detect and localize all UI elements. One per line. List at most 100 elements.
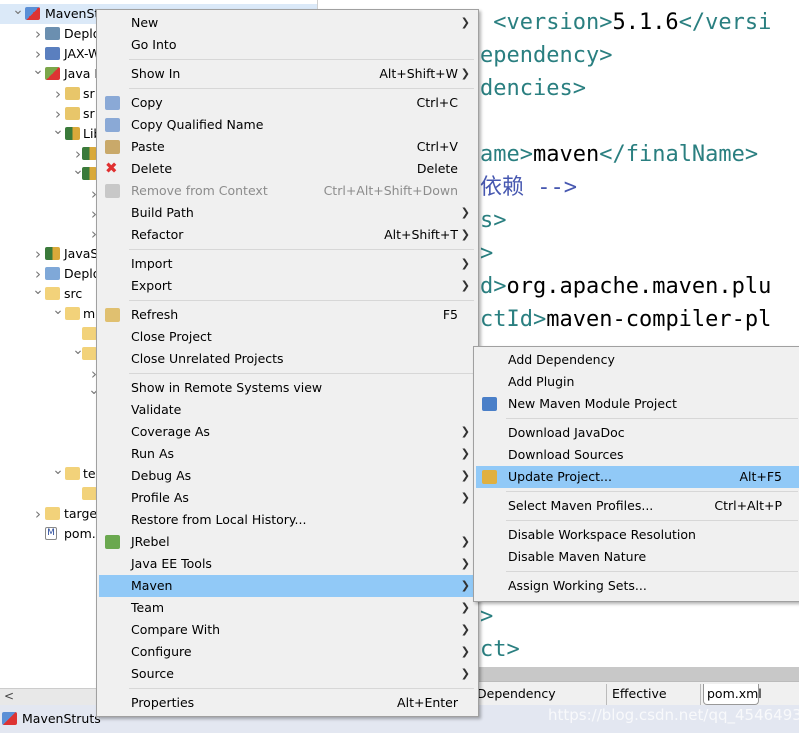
menu-item-select-maven-profiles[interactable]: Select Maven Profiles... Ctrl+Alt+P: [476, 495, 799, 517]
menu-item-import[interactable]: Import ❯: [99, 253, 476, 275]
menu-item-copy-qualified-name[interactable]: Copy Qualified Name: [99, 114, 476, 136]
chevron-right-icon: ❯: [460, 469, 470, 482]
chevron-right-icon: ❯: [460, 257, 470, 270]
menu-item-export[interactable]: Export ❯: [99, 275, 476, 297]
menu-item-add-plugin[interactable]: Add Plugin: [476, 371, 799, 393]
update-project-icon: [482, 470, 497, 484]
menu-separator: [99, 56, 476, 63]
menu-item-coverage-as[interactable]: Coverage As ❯: [99, 421, 476, 443]
menu-item-label: Run As: [131, 446, 175, 461]
copy-icon: [105, 96, 120, 110]
tree-item-label: Deplo: [64, 266, 101, 281]
chevron-down-icon[interactable]: ⌄: [12, 0, 24, 20]
menu-item-paste[interactable]: Paste Ctrl+V: [99, 136, 476, 158]
menu-separator: [476, 517, 799, 524]
menu-item-jrebel[interactable]: JRebel ❯: [99, 531, 476, 553]
menu-item-go-into[interactable]: Go Into: [99, 34, 476, 56]
menu-item-label: Compare With: [131, 622, 221, 637]
chevron-down-icon[interactable]: ⌄: [52, 120, 64, 140]
menu-item-disable-workspace-resolution[interactable]: Disable Workspace Resolution: [476, 524, 799, 546]
code-line: s>: [480, 204, 507, 237]
chevron-right-icon: ❯: [460, 447, 470, 460]
menu-item-close-project[interactable]: Close Project: [99, 326, 476, 348]
source-folder-icon: [65, 107, 80, 120]
menu-item-add-dependency[interactable]: Add Dependency: [476, 349, 799, 371]
menu-item-shortcut: Alt+Shift+T: [384, 227, 458, 242]
xml-value: org.apache.maven.plu: [506, 274, 772, 299]
menu-item-refactor[interactable]: Refactor Alt+Shift+T ❯: [99, 224, 476, 246]
menu-item-properties[interactable]: Properties Alt+Enter: [99, 692, 476, 714]
chevron-right-icon[interactable]: ›: [32, 244, 44, 264]
chevron-down-icon[interactable]: ⌄: [32, 280, 44, 300]
chevron-right-icon: ❯: [460, 425, 470, 438]
menu-item-show-in[interactable]: Show In Alt+Shift+W ❯: [99, 63, 476, 85]
tree-item-label: Java I: [64, 66, 99, 81]
menu-item-label: Export: [131, 278, 172, 293]
menu-item-restore-from-local-history[interactable]: Restore from Local History...: [99, 509, 476, 531]
menu-item-label: Copy: [131, 95, 163, 110]
xml-comment: 依赖 -->: [480, 175, 577, 200]
xml-tag: </finalName>: [599, 142, 759, 167]
menu-item-disable-maven-nature[interactable]: Disable Maven Nature: [476, 546, 799, 568]
tab-pom-xml[interactable]: pom.xml: [703, 684, 762, 705]
menu-item-label: Restore from Local History...: [131, 512, 307, 527]
chevron-right-icon[interactable]: ›: [52, 84, 64, 104]
chevron-right-icon: ❯: [460, 16, 470, 29]
menu-item-label: Configure: [131, 644, 192, 659]
chevron-down-icon[interactable]: ⌄: [52, 460, 64, 480]
menu-item-label: Update Project...: [508, 469, 612, 484]
menu-item-debug-as[interactable]: Debug As ❯: [99, 465, 476, 487]
chevron-right-icon: ❯: [460, 535, 470, 548]
folder-icon: [82, 327, 97, 340]
menu-item-label: Assign Working Sets...: [508, 578, 647, 593]
code-line: d>org.apache.maven.plu: [480, 270, 771, 303]
tree-item-label: targe: [64, 506, 98, 521]
menu-item-validate[interactable]: Validate: [99, 399, 476, 421]
menu-item-assign-working-sets[interactable]: Assign Working Sets...: [476, 575, 799, 597]
menu-item-update-project[interactable]: Update Project... Alt+F5: [476, 466, 799, 488]
xml-tag: <version>: [480, 10, 613, 35]
tab-dependency-hierarchy[interactable]: Dependency Hierarchy: [474, 684, 607, 720]
menu-item-new[interactable]: New ❯: [99, 12, 476, 34]
menu-item-label: Profile As: [131, 490, 189, 505]
menu-item-show-in-remote-systems-view[interactable]: Show in Remote Systems view: [99, 377, 476, 399]
menu-item-compare-with[interactable]: Compare With ❯: [99, 619, 476, 641]
menu-item-new-maven-module-project[interactable]: New Maven Module Project: [476, 393, 799, 415]
menu-item-download-javadoc[interactable]: Download JavaDoc: [476, 422, 799, 444]
scroll-left-arrow[interactable]: <: [4, 689, 14, 703]
menu-item-label: Close Project: [131, 329, 212, 344]
menu-item-source[interactable]: Source ❯: [99, 663, 476, 685]
chevron-down-icon[interactable]: ⌄: [32, 60, 44, 80]
xml-tag: </versi: [678, 10, 772, 35]
menu-item-run-as[interactable]: Run As ❯: [99, 443, 476, 465]
deployment-descriptor-icon: [45, 27, 60, 40]
menu-item-configure[interactable]: Configure ❯: [99, 641, 476, 663]
menu-item-label: Disable Workspace Resolution: [508, 527, 696, 542]
menu-item-team[interactable]: Team ❯: [99, 597, 476, 619]
menu-item-refresh[interactable]: Refresh F5: [99, 304, 476, 326]
status-label: MavenStruts: [22, 711, 101, 726]
menu-item-delete[interactable]: ✖ Delete Delete: [99, 158, 476, 180]
chevron-right-icon[interactable]: ›: [32, 24, 44, 44]
menu-item-profile-as[interactable]: Profile As ❯: [99, 487, 476, 509]
maven-project-icon: [25, 7, 40, 20]
menu-item-maven[interactable]: Maven ❯: [99, 575, 476, 597]
folder-icon: [45, 507, 60, 520]
chevron-right-icon: ❯: [460, 206, 470, 219]
refresh-icon: [105, 308, 120, 322]
chevron-right-icon[interactable]: ›: [32, 504, 44, 524]
menu-item-copy[interactable]: Copy Ctrl+C: [99, 92, 476, 114]
editor-scrollbar[interactable]: [478, 667, 799, 681]
menu-item-download-sources[interactable]: Download Sources: [476, 444, 799, 466]
menu-item-label: Show In: [131, 66, 181, 81]
menu-item-build-path[interactable]: Build Path ❯: [99, 202, 476, 224]
code-line: ct>: [480, 637, 520, 662]
chevron-down-icon[interactable]: ⌄: [52, 300, 64, 320]
tab-effective-pom[interactable]: Effective POM: [609, 684, 701, 720]
menu-item-label: Team: [131, 600, 165, 615]
menu-item-close-unrelated-projects[interactable]: Close Unrelated Projects: [99, 348, 476, 370]
menu-item-label: Java EE Tools: [131, 556, 212, 571]
code-line: ependency>: [480, 39, 612, 72]
menu-item-java-ee-tools[interactable]: Java EE Tools ❯: [99, 553, 476, 575]
xml-tag: dencies>: [480, 76, 586, 101]
